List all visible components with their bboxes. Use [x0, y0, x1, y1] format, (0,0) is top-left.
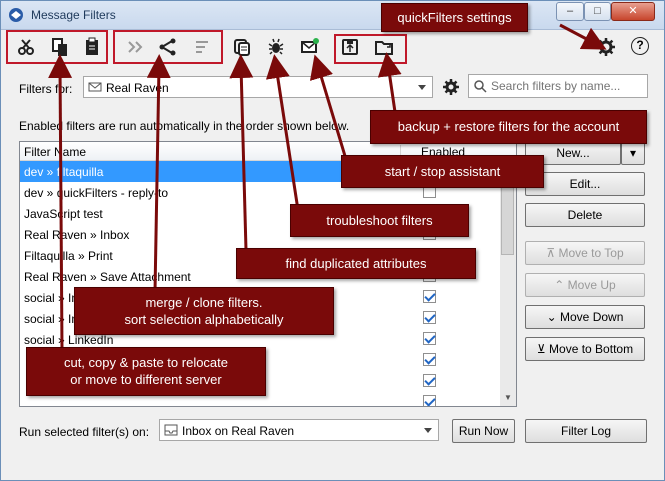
search-input[interactable]	[489, 78, 648, 94]
callout-settings: quickFilters settings	[381, 3, 528, 32]
account-settings-gear-icon[interactable]	[441, 77, 461, 97]
enabled-checkbox[interactable]	[423, 290, 436, 303]
move-down-label: Move Down	[560, 310, 624, 324]
maximize-button[interactable]: □	[584, 2, 611, 21]
backup-group-highlight	[334, 34, 407, 64]
filter-name: dev » quickFilters - reply-to	[24, 186, 169, 200]
message-filters-window: Message Filters – □ ✕ ? Filters for: Rea…	[0, 0, 665, 481]
filter-name: social » LinkedIn	[24, 333, 114, 347]
settings-icon[interactable]	[595, 36, 617, 58]
new-filter-dropdown-button[interactable]: ▾	[621, 141, 645, 165]
callout-cut-text-2: or move to different server	[70, 372, 222, 387]
run-on-label: Run selected filter(s) on:	[19, 425, 150, 439]
account-select-value: Real Raven	[106, 81, 169, 95]
callout-backup-text: backup + restore filters for the account	[397, 119, 620, 134]
help-button[interactable]: ?	[631, 37, 649, 55]
delete-filter-button[interactable]: Delete	[525, 203, 645, 227]
column-header-name[interactable]: Filter Name	[24, 145, 86, 159]
callout-merge-text-2: sort selection alphabetically	[124, 312, 284, 327]
move-down-button[interactable]: ⌄ Move Down	[525, 305, 645, 329]
move-to-bottom-button[interactable]: ⊻ Move to Bottom	[525, 337, 645, 361]
list-scrollbar[interactable]: ▲ ▼	[500, 160, 516, 406]
mail-account-icon	[88, 82, 102, 92]
run-folder-value: Inbox on Real Raven	[182, 424, 295, 438]
callout-backup: backup + restore filters for the account	[370, 110, 647, 144]
enabled-checkbox[interactable]	[423, 374, 436, 387]
filter-name: JavaScript test	[24, 207, 103, 221]
move-top-icon: ⊼	[546, 246, 559, 260]
search-box[interactable]	[468, 74, 648, 98]
filter-name: Real Raven » Inbox	[24, 228, 130, 242]
move-up-button[interactable]: ⌃ Move Up	[525, 273, 645, 297]
callout-merge-text-1: merge / clone filters.	[145, 295, 263, 310]
callout-troubleshoot: troubleshoot filters	[290, 204, 469, 237]
callout-assistant: start / stop assistant	[341, 155, 544, 188]
move-up-label: Move Up	[567, 278, 616, 292]
enabled-checkbox[interactable]	[423, 332, 436, 345]
run-now-button[interactable]: Run Now	[452, 419, 515, 443]
title-bar[interactable]: Message Filters – □ ✕	[1, 1, 664, 30]
callout-merge: merge / clone filters. sort selection alp…	[74, 287, 334, 335]
chevron-down-icon	[424, 428, 432, 433]
assistant-icon[interactable]	[299, 36, 321, 58]
enabled-checkbox[interactable]	[423, 353, 436, 366]
callout-cut-text-1: cut, copy & paste to relocate	[63, 355, 229, 370]
thunderbird-app-icon	[9, 8, 23, 22]
duplicates-icon[interactable]	[231, 36, 253, 58]
callout-duplicates-text: find duplicated attributes	[285, 256, 427, 271]
filters-for-label: Filters for:	[19, 82, 73, 96]
scroll-thumb[interactable]	[501, 177, 514, 255]
callout-troubleshoot-text: troubleshoot filters	[326, 213, 433, 228]
filter-name: Filtaquilla » Print	[24, 249, 113, 263]
filter-name: social » In	[24, 291, 79, 305]
callout-duplicates: find duplicated attributes	[236, 248, 476, 279]
scroll-down-icon[interactable]: ▼	[500, 390, 516, 406]
move-to-top-label: Move to Top	[558, 246, 624, 260]
troubleshoot-icon[interactable]	[265, 36, 287, 58]
move-to-top-button[interactable]: ⊼ Move to Top	[525, 241, 645, 265]
chevron-down-icon: ⌄	[546, 310, 561, 324]
callout-assistant-text: start / stop assistant	[384, 164, 501, 179]
clipboard-group-highlight	[6, 30, 108, 64]
chevron-down-icon	[418, 85, 426, 90]
enabled-checkbox[interactable]	[423, 311, 436, 324]
minimize-button[interactable]: –	[556, 2, 584, 21]
callout-cut-copy-paste: cut, copy & paste to relocate or move to …	[26, 347, 266, 396]
filter-name: Real Raven » Save Attachment	[24, 270, 191, 284]
callout-settings-text: quickFilters settings	[397, 10, 512, 25]
run-folder-select[interactable]: Inbox on Real Raven	[159, 419, 439, 441]
filter-name: social » In	[24, 312, 79, 326]
move-to-bottom-label: Move to Bottom	[549, 342, 634, 356]
filter-name: dev » filtaquilla	[24, 165, 104, 179]
info-text: Enabled filters are run automatically in…	[19, 119, 350, 133]
merge-group-highlight	[113, 30, 223, 64]
search-icon	[474, 80, 487, 93]
account-select[interactable]: Real Raven	[83, 76, 433, 98]
window-title: Message Filters	[31, 8, 116, 22]
chevron-up-icon: ⌃	[554, 278, 568, 292]
inbox-icon	[164, 424, 178, 436]
move-bottom-icon: ⊻	[536, 342, 550, 356]
close-button[interactable]: ✕	[611, 2, 655, 21]
filter-log-button[interactable]: Filter Log	[525, 419, 647, 443]
enabled-checkbox[interactable]	[423, 395, 436, 406]
